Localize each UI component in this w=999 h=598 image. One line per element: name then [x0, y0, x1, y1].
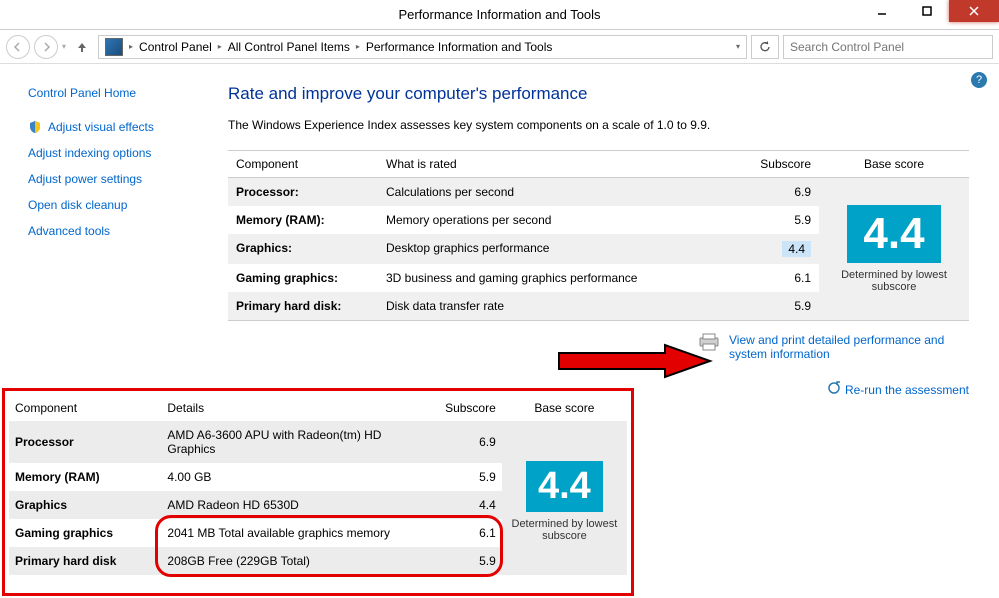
component-label: Primary hard disk:: [228, 292, 378, 321]
refresh-button[interactable]: [751, 35, 779, 59]
base-score-caption: Determined by lowest subscore: [508, 518, 621, 542]
breadcrumb-item[interactable]: Control Panel: [139, 40, 212, 54]
detail-table: Component Details Subscore Base score Pr…: [9, 395, 627, 575]
view-print-link[interactable]: View and print detailed performance and …: [729, 333, 969, 361]
rated-text: Memory operations per second: [378, 206, 749, 234]
chevron-down-icon[interactable]: ▾: [736, 42, 740, 51]
window-controls: [859, 0, 999, 22]
subscore-value: 6.1: [749, 264, 819, 292]
sidebar-item-label: Adjust visual effects: [48, 120, 154, 134]
col-base: Base score: [819, 151, 969, 178]
subscore-value: 6.9: [749, 178, 819, 207]
table-row: Processor AMD A6-3600 APU with Radeon(tm…: [9, 421, 627, 463]
search-input[interactable]: [790, 40, 986, 54]
page-title: Rate and improve your computer's perform…: [228, 84, 969, 104]
component-label: Processor:: [228, 178, 378, 207]
details-text: 208GB Free (229GB Total): [161, 547, 433, 575]
rerun-link[interactable]: Re-run the assessment: [845, 383, 969, 397]
shield-icon: [28, 120, 42, 134]
col-subscore: Subscore: [434, 395, 502, 421]
page-subtitle: The Windows Experience Index assesses ke…: [228, 118, 969, 132]
breadcrumb-item[interactable]: All Control Panel Items: [228, 40, 350, 54]
control-panel-icon: [105, 38, 123, 56]
nav-forward-button[interactable]: [34, 35, 58, 59]
maximize-button[interactable]: [904, 0, 949, 22]
col-component: Component: [9, 395, 161, 421]
component-label: Graphics:: [228, 234, 378, 264]
sidebar-item-advanced-tools[interactable]: Advanced tools: [28, 224, 210, 238]
details-text: AMD A6-3600 APU with Radeon(tm) HD Graph…: [161, 421, 433, 463]
component-label: Gaming graphics:: [228, 264, 378, 292]
address-bar[interactable]: ▸ Control Panel ▸ All Control Panel Item…: [98, 35, 747, 59]
chevron-right-icon: ▸: [356, 42, 360, 51]
base-score-caption: Determined by lowest subscore: [827, 269, 961, 293]
component-label: Graphics: [9, 491, 161, 519]
col-subscore: Subscore: [749, 151, 819, 178]
component-label: Memory (RAM):: [228, 206, 378, 234]
col-base: Base score: [502, 395, 627, 421]
subscore-value: 6.9: [434, 421, 502, 463]
col-details: Details: [161, 395, 433, 421]
rated-text: Desktop graphics performance: [378, 234, 749, 264]
nav-back-button[interactable]: [6, 35, 30, 59]
subscore-value: 5.9: [434, 547, 502, 575]
base-score-badge: 4.4: [526, 461, 603, 512]
component-label: Gaming graphics: [9, 519, 161, 547]
control-panel-home-link[interactable]: Control Panel Home: [28, 86, 210, 100]
component-label: Memory (RAM): [9, 463, 161, 491]
subscore-value: 4.4: [434, 491, 502, 519]
component-label: Processor: [9, 421, 161, 463]
minimize-button[interactable]: [859, 0, 904, 22]
help-icon[interactable]: ?: [971, 72, 987, 88]
sidebar-item-disk-cleanup[interactable]: Open disk cleanup: [28, 198, 210, 212]
rated-text: Calculations per second: [378, 178, 749, 207]
rated-text: 3D business and gaming graphics performa…: [378, 264, 749, 292]
subscore-value: 5.9: [434, 463, 502, 491]
component-label: Primary hard disk: [9, 547, 161, 575]
base-score-badge: 4.4: [847, 205, 940, 263]
search-box[interactable]: [783, 35, 993, 59]
window-title: Performance Information and Tools: [398, 7, 600, 22]
subscore-value: 6.1: [434, 519, 502, 547]
sidebar-item-indexing[interactable]: Adjust indexing options: [28, 146, 210, 160]
details-text: 2041 MB Total available graphics memory: [161, 519, 433, 547]
nav-recent-dropdown-icon[interactable]: ▾: [62, 42, 66, 51]
score-table: Component What is rated Subscore Base sc…: [228, 150, 969, 321]
base-score-cell: 4.4 Determined by lowest subscore: [819, 178, 969, 321]
base-score-cell: 4.4 Determined by lowest subscore: [502, 421, 627, 575]
lowest-subscore-highlight: 4.4: [782, 241, 811, 257]
breadcrumb-item[interactable]: Performance Information and Tools: [366, 40, 553, 54]
details-text: AMD Radeon HD 6530D: [161, 491, 433, 519]
chevron-right-icon: ▸: [129, 42, 133, 51]
chevron-right-icon: ▸: [218, 42, 222, 51]
detail-overlay: Component Details Subscore Base score Pr…: [2, 388, 634, 596]
col-rated: What is rated: [378, 151, 749, 178]
details-text: 4.00 GB: [161, 463, 433, 491]
rated-text: Disk data transfer rate: [378, 292, 749, 321]
subscore-value: 5.9: [749, 292, 819, 321]
subscore-value: 5.9: [749, 206, 819, 234]
col-component: Component: [228, 151, 378, 178]
explorer-navbar: ▾ ▸ Control Panel ▸ All Control Panel It…: [0, 30, 999, 64]
titlebar: Performance Information and Tools: [0, 0, 999, 30]
sidebar-item-power[interactable]: Adjust power settings: [28, 172, 210, 186]
nav-up-button[interactable]: [70, 35, 94, 59]
close-button[interactable]: [949, 0, 999, 22]
sidebar-item-visual-effects[interactable]: Adjust visual effects: [28, 120, 210, 134]
annotation-arrow-icon: [555, 343, 715, 379]
table-row: Processor: Calculations per second 6.9 4…: [228, 178, 969, 207]
subscore-value: 4.4: [749, 234, 819, 264]
rerun-icon: [827, 381, 841, 398]
